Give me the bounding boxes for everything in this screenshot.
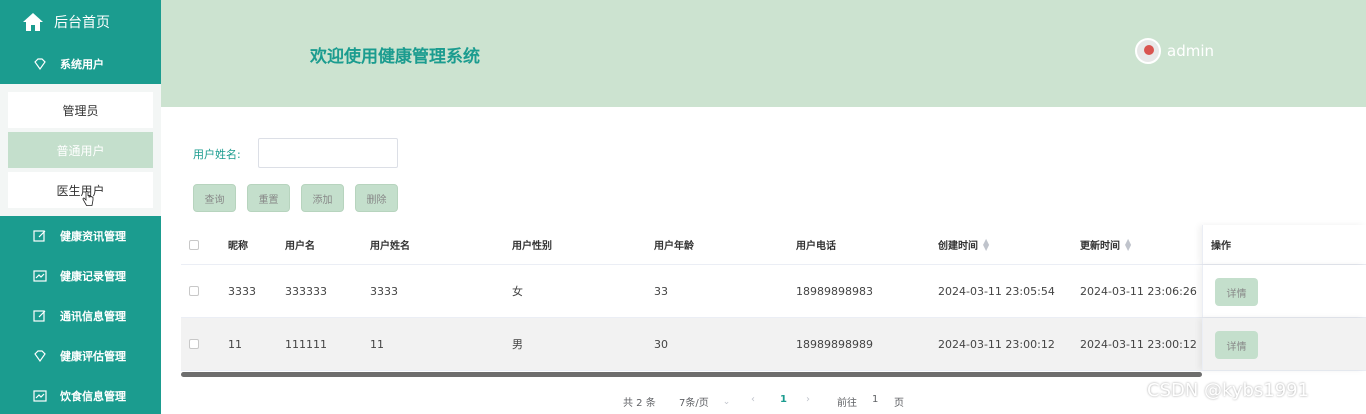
sidebar-message-label: 通讯信息管理 xyxy=(60,310,126,323)
table-header: 昵称 用户名 用户姓名 用户性别 用户年龄 用户电话 创建时间 ▲ ▼ 更新时间 … xyxy=(181,225,1366,265)
detail-button[interactable]: 详情 xyxy=(1215,331,1258,359)
sidebar-item-health-assessment[interactable]: 健康评估管理 xyxy=(0,336,161,376)
edit-icon xyxy=(33,229,47,243)
add-button[interactable]: 添加 xyxy=(301,184,344,212)
cell-updated: 2024-03-11 23:00:12 xyxy=(1080,337,1197,351)
table-row[interactable]: 11 111111 11 男 30 18989898989 2024-03-11… xyxy=(181,318,1366,371)
cell-action: 详情 xyxy=(1202,318,1366,370)
sidebar-item-system-user[interactable]: 系统用户 xyxy=(0,44,161,84)
cell-created: 2024-03-11 23:00:12 xyxy=(938,337,1055,351)
col-gender: 用户性别 xyxy=(512,241,552,252)
watermark: CSDN @kybs1991 xyxy=(1147,380,1310,401)
main-content: 用户姓名: 查询 重置 添加 删除 昵称 用户名 用户姓名 用户性别 用户年龄 … xyxy=(161,107,1366,414)
row-checkbox[interactable] xyxy=(189,286,199,296)
page-size-select[interactable]: 7条/页 ⌄ xyxy=(679,394,731,410)
sidebar-admin-label: 管理员 xyxy=(62,103,99,118)
search-input[interactable] xyxy=(258,138,398,168)
username: admin xyxy=(1167,42,1214,60)
cell-phone: 18989898983 xyxy=(796,284,873,298)
col-realname: 用户姓名 xyxy=(370,241,410,252)
table-row[interactable]: 3333 333333 3333 女 33 18989898983 2024-0… xyxy=(181,265,1366,318)
col-action: 操作 xyxy=(1202,225,1366,264)
detail-button[interactable]: 详情 xyxy=(1215,278,1258,306)
chart-icon xyxy=(33,269,47,283)
cell-username: 333333 xyxy=(285,284,327,298)
sidebar-submenu: 管理员 普通用户 医生用户 xyxy=(0,84,161,216)
header: 欢迎使用健康管理系统 admin xyxy=(161,0,1366,107)
delete-button[interactable]: 删除 xyxy=(355,184,398,212)
prev-page-button[interactable]: ‹ xyxy=(751,394,755,405)
sidebar-item-diet[interactable]: 饮食信息管理 xyxy=(0,376,161,414)
horizontal-scrollbar[interactable] xyxy=(181,372,1202,377)
sidebar-item-home[interactable]: 后台首页 xyxy=(0,0,161,44)
sidebar-system-user-label: 系统用户 xyxy=(60,58,104,71)
col-updated[interactable]: 更新时间 ▲ ▼ xyxy=(1080,225,1131,264)
cell-action: 详情 xyxy=(1202,265,1366,317)
sort-icon[interactable]: ▲ ▼ xyxy=(1125,237,1131,251)
pagination-total: 共 2 条 xyxy=(623,398,656,409)
sidebar-doctor-user-label: 医生用户 xyxy=(56,183,105,198)
chart-icon xyxy=(33,389,47,403)
cell-nickname: 3333 xyxy=(228,284,256,298)
cell-gender: 男 xyxy=(512,338,523,351)
reset-button[interactable]: 重置 xyxy=(247,184,290,212)
cell-age: 30 xyxy=(654,337,668,351)
col-updated-label: 更新时间 xyxy=(1080,241,1120,252)
page-title: 欢迎使用健康管理系统 xyxy=(310,47,480,67)
chevron-down-icon: ⌄ xyxy=(722,396,731,407)
row-checkbox[interactable] xyxy=(189,339,199,349)
select-all-checkbox[interactable] xyxy=(189,239,199,250)
page-jump-input[interactable]: 1 xyxy=(872,394,878,405)
sidebar-item-normal-user[interactable]: 普通用户 xyxy=(8,132,153,168)
cell-phone: 18989898989 xyxy=(796,337,873,351)
sidebar-item-health-record[interactable]: 健康记录管理 xyxy=(0,256,161,296)
diamond-icon xyxy=(33,57,47,71)
data-table: 昵称 用户名 用户姓名 用户性别 用户年龄 用户电话 创建时间 ▲ ▼ 更新时间 … xyxy=(181,225,1366,371)
cell-gender: 女 xyxy=(512,285,523,298)
sidebar-health-news-label: 健康资讯管理 xyxy=(60,230,126,243)
query-button[interactable]: 查询 xyxy=(193,184,236,212)
edit-icon xyxy=(33,309,47,323)
cell-realname: 3333 xyxy=(370,284,398,298)
sidebar-item-doctor-user[interactable]: 医生用户 xyxy=(8,172,153,208)
next-page-button[interactable]: › xyxy=(806,394,810,405)
cell-updated: 2024-03-11 23:06:26 xyxy=(1080,284,1197,298)
sidebar-item-admin[interactable]: 管理员 xyxy=(8,92,153,128)
col-nickname: 昵称 xyxy=(228,241,248,252)
sidebar-normal-user-label: 普通用户 xyxy=(56,143,105,158)
hand-cursor-icon xyxy=(82,191,94,206)
cell-username: 111111 xyxy=(285,337,327,351)
goto-label: 前往 xyxy=(837,398,857,409)
col-phone: 用户电话 xyxy=(796,241,836,252)
sidebar-diet-label: 饮食信息管理 xyxy=(60,390,126,403)
cell-nickname: 11 xyxy=(228,337,242,351)
sidebar-health-assessment-label: 健康评估管理 xyxy=(60,350,126,363)
col-action-label: 操作 xyxy=(1211,241,1231,252)
avatar xyxy=(1135,38,1161,64)
diamond-icon xyxy=(33,349,47,363)
cell-created: 2024-03-11 23:05:54 xyxy=(938,284,1055,298)
sidebar-health-record-label: 健康记录管理 xyxy=(60,270,126,283)
sidebar-item-health-news[interactable]: 健康资讯管理 xyxy=(0,216,161,256)
sidebar: 后台首页 系统用户 管理员 普通用户 医生用户 健康资讯管理 健康记录管理 通讯… xyxy=(0,0,161,414)
search-label: 用户姓名: xyxy=(193,148,241,161)
col-created-label: 创建时间 xyxy=(938,241,978,252)
page-unit-label: 页 xyxy=(894,398,904,409)
user-menu[interactable]: admin xyxy=(1135,38,1214,64)
cell-realname: 11 xyxy=(370,337,384,351)
col-created[interactable]: 创建时间 ▲ ▼ xyxy=(938,225,989,264)
page-size-value: 7条/页 xyxy=(679,398,709,409)
col-username: 用户名 xyxy=(285,241,315,252)
cell-age: 33 xyxy=(654,284,668,298)
sidebar-home-label: 后台首页 xyxy=(54,15,110,31)
sidebar-item-message[interactable]: 通讯信息管理 xyxy=(0,296,161,336)
home-icon xyxy=(22,12,44,32)
col-age: 用户年龄 xyxy=(654,241,694,252)
sort-icon[interactable]: ▲ ▼ xyxy=(983,237,989,251)
page-number-current[interactable]: 1 xyxy=(780,394,787,405)
